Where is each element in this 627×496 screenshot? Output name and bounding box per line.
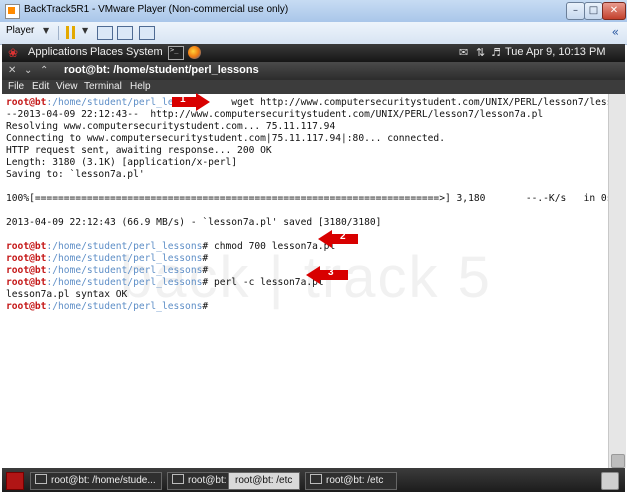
- prompt-path: :/home/student/perl_lessons: [46, 241, 203, 252]
- terminal-window-title: root@bt: /home/student/perl_lessons: [64, 64, 259, 76]
- vmware-toolbar: Player ▼ ▼ «: [0, 22, 627, 45]
- annotation-arrow-2: 2: [318, 230, 358, 248]
- mail-envelope-icon[interactable]: ✉: [459, 46, 468, 59]
- fit-window-icon[interactable]: [117, 26, 133, 40]
- applications-menu[interactable]: Applications: [28, 46, 87, 58]
- gnome-top-panel: ❀ Applications Places System ✉ ⇅ ♬ Tue A…: [2, 44, 625, 62]
- menu-view[interactable]: View: [56, 81, 78, 92]
- trash-icon[interactable]: [601, 472, 619, 490]
- terminal-title-bar: ✕ ⌄ ⌃ root@bt: /home/student/perl_lesson…: [2, 62, 625, 80]
- vmware-logo-icon: [5, 4, 20, 19]
- terminal-launcher-icon[interactable]: [168, 46, 184, 60]
- prompt-path: :/home/student/perl_lessons: [46, 253, 203, 264]
- taskbar-item-active[interactable]: root@bt: /etc: [228, 472, 300, 490]
- annotation-number: 2: [340, 231, 346, 242]
- prompt-path: :/home/student/perl_lessons: [46, 277, 203, 288]
- menu-terminal[interactable]: Terminal: [84, 81, 122, 92]
- terminal-output[interactable]: back | track 5 root@bt:/home/student/per…: [2, 94, 608, 468]
- backtrack-dragon-icon[interactable]: ❀: [8, 46, 22, 60]
- prompt-user: root@bt: [6, 97, 47, 108]
- places-menu[interactable]: Places: [90, 46, 123, 58]
- annotation-arrow-3: 3: [306, 266, 348, 284]
- minimize-button[interactable]: –: [566, 2, 585, 20]
- player-menu-button[interactable]: Player: [6, 25, 34, 36]
- toolbar-divider: [58, 26, 59, 40]
- annotation-number: 1: [180, 94, 186, 105]
- prompt-user: root@bt: [6, 253, 47, 264]
- volume-icon[interactable]: ♬: [491, 46, 501, 59]
- pause-icon[interactable]: [66, 26, 76, 39]
- output-line: Length: 3180 (3.1K) [application/x-perl]: [6, 157, 238, 168]
- taskbar-item[interactable]: root@bt:: [167, 472, 229, 490]
- prompt-command: #: [202, 301, 209, 312]
- chevron-down-icon[interactable]: ▼: [43, 26, 49, 35]
- output-line: --2013-04-09 22:12:43-- http://www.compu…: [6, 109, 544, 120]
- gnome-bottom-panel: root@bt: /home/stude... root@bt: root@bt…: [2, 468, 625, 492]
- vmware-title-bar: BackTrack5R1 - VMware Player (Non-commer…: [0, 0, 627, 23]
- menu-file[interactable]: File: [8, 81, 24, 92]
- prompt-user: root@bt: [6, 265, 47, 276]
- output-line: Resolving www.computersecuritystudent.co…: [6, 121, 336, 132]
- output-line: 100%[===================================…: [6, 193, 608, 204]
- chevron-up-icon[interactable]: ⌃: [40, 65, 48, 76]
- prompt-line: root@bt:/home/student/perl_lessons# chmo…: [6, 241, 335, 253]
- taskbar-item[interactable]: root@bt: /home/stude...: [30, 472, 162, 490]
- terminal-icon: [172, 474, 184, 484]
- prompt-path: :/home/student/perl_lessons: [46, 301, 203, 312]
- terminal-icon: [310, 474, 322, 484]
- menu-edit[interactable]: Edit: [32, 81, 49, 92]
- output-line: Saving to: `lesson7a.pl': [6, 169, 145, 180]
- terminal-menu-bar: File Edit View Terminal Help: [2, 80, 625, 94]
- scrollbar-thumb[interactable]: [611, 454, 625, 468]
- prompt-user: root@bt: [6, 277, 47, 288]
- prompt-line: root@bt:/home/student/perl_lessons#: [6, 301, 208, 313]
- prompt-line: root@bt:/home/student/perl_le wget http:…: [6, 97, 608, 109]
- prompt-command: # chmod 700 lesson7a.pl: [202, 241, 336, 252]
- close-icon[interactable]: ✕: [8, 65, 16, 76]
- window-title: BackTrack5R1 - VMware Player (Non-commer…: [24, 4, 289, 15]
- chevron-down-icon[interactable]: ▼: [82, 26, 88, 35]
- output-line: Connecting to www.computersecuritystuden…: [6, 133, 445, 144]
- output-line: lesson7a.pl syntax OK: [6, 289, 128, 300]
- prompt-line: root@bt:/home/student/perl_lessons# perl…: [6, 277, 324, 289]
- taskbar-item[interactable]: root@bt: /etc: [305, 472, 397, 490]
- maximize-button[interactable]: □: [584, 2, 603, 20]
- system-menu[interactable]: System: [126, 46, 163, 58]
- prompt-user: root@bt: [6, 301, 47, 312]
- prompt-line: root@bt:/home/student/perl_lessons#: [6, 265, 208, 277]
- prompt-path: :/home/student/perl_le: [46, 97, 174, 108]
- output-line: 2013-04-09 22:12:43 (66.9 MB/s) - `lesso…: [6, 217, 382, 228]
- full-screen-icon[interactable]: [139, 26, 155, 40]
- chevron-down-icon[interactable]: ⌄: [24, 65, 32, 76]
- prompt-command: #: [202, 253, 209, 264]
- show-desktop-icon[interactable]: [6, 472, 24, 490]
- prompt-command: #: [202, 265, 209, 276]
- close-button[interactable]: ✕: [602, 2, 626, 20]
- prompt-path: :/home/student/perl_lessons: [46, 265, 203, 276]
- send-ctrl-alt-del-icon[interactable]: [97, 26, 113, 40]
- terminal-scrollbar[interactable]: [608, 94, 626, 468]
- menu-help[interactable]: Help: [130, 81, 151, 92]
- prompt-command: wget http://www.computersecuritystudent.…: [173, 97, 608, 108]
- panel-clock[interactable]: Tue Apr 9, 10:13 PM: [505, 46, 605, 58]
- vmware-player-window: BackTrack5R1 - VMware Player (Non-commer…: [0, 0, 627, 496]
- firefox-launcher-icon[interactable]: [188, 46, 201, 59]
- prompt-user: root@bt: [6, 241, 47, 252]
- network-icon[interactable]: ⇅: [476, 46, 485, 59]
- prompt-line: root@bt:/home/student/perl_lessons#: [6, 253, 208, 265]
- terminal-icon: [35, 474, 47, 484]
- annotation-arrow-1: 1: [172, 93, 210, 111]
- annotation-number: 3: [328, 267, 334, 278]
- output-line: HTTP request sent, awaiting response... …: [6, 145, 272, 156]
- collapse-toolbar-icon[interactable]: «: [612, 25, 619, 39]
